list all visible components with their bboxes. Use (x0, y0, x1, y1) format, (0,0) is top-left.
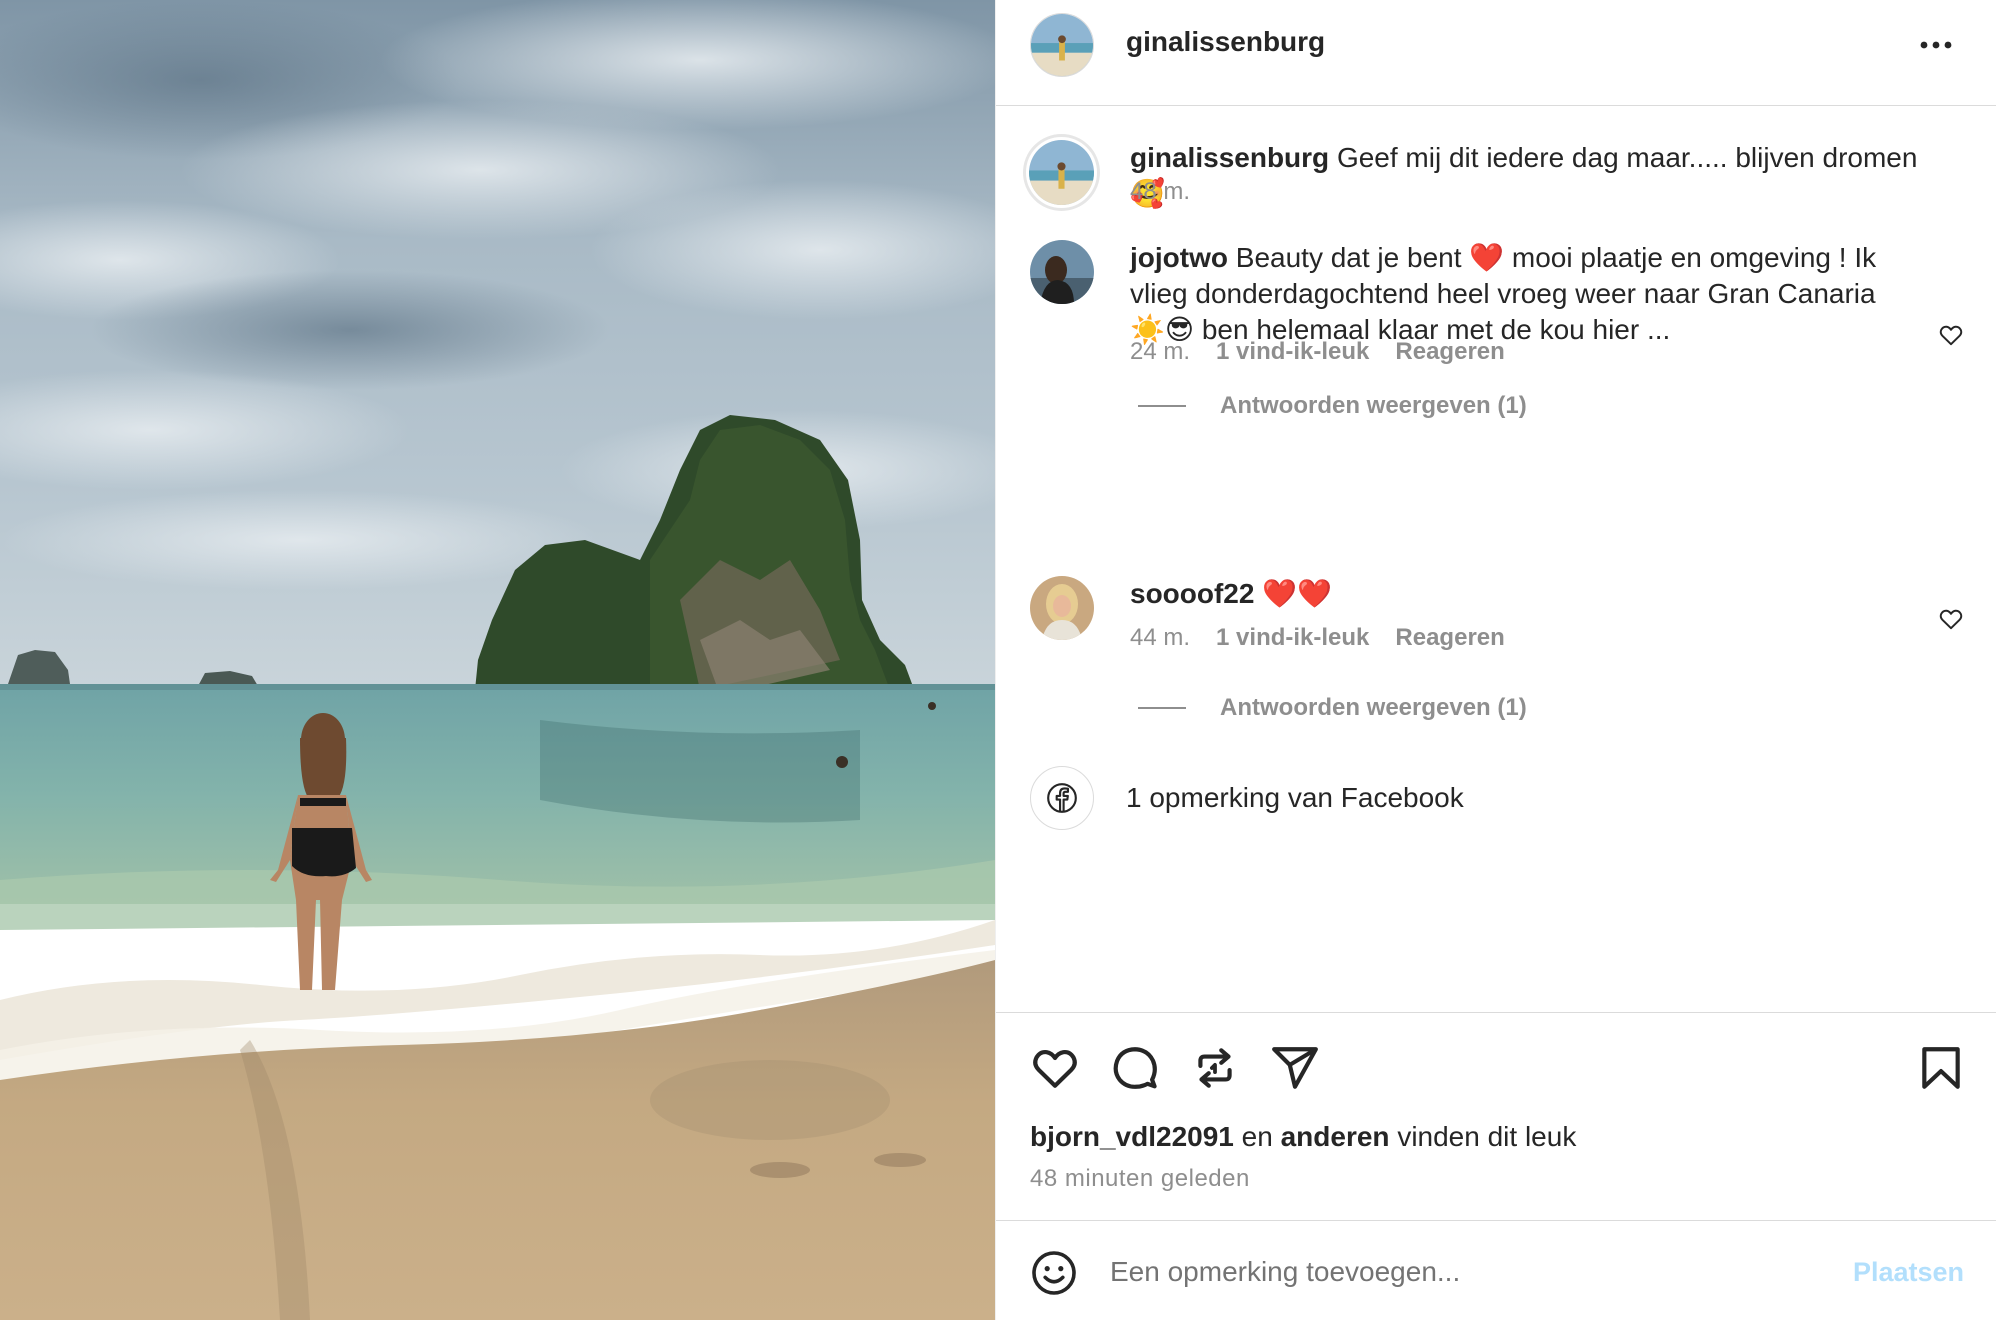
avatar-image (1030, 240, 1094, 304)
likes-summary: bjorn_vdl22091 en anderen vinden dit leu… (1030, 1121, 1576, 1153)
view-replies-label: Antwoorden weergeven (1) (1220, 392, 1527, 419)
comment-meta: 44 m. 1 vind-ik-leuk Reageren (1130, 624, 1505, 652)
post-header: ginalissenburg (996, 0, 1996, 106)
caption-username[interactable]: ginalissenburg (1130, 142, 1329, 173)
comment-body-line1: ❤️❤️ (1262, 578, 1332, 609)
more-options-button[interactable] (1916, 28, 1956, 62)
caption-body: Geef mij dit iedere dag maar..... blijve… (1336, 142, 1918, 173)
comment-input[interactable] (1110, 1247, 1810, 1297)
caption-text: ginalissenburg Geef mij dit iedere dag m… (1130, 140, 1935, 212)
reply-button[interactable]: Reageren (1395, 338, 1504, 366)
comment-body-line1: Beauty dat je bent ❤️ mooi plaatje en om… (1235, 242, 1877, 273)
comment-text: jojotwo Beauty dat je bent ❤️ mooi plaat… (1130, 240, 1935, 348)
smiley-icon (1032, 1251, 1076, 1295)
view-replies-label: Antwoorden weergeven (1) (1220, 694, 1527, 721)
comments-section: ginalissenburg Geef mij dit iedere dag m… (996, 106, 1996, 1012)
comment-likes-count[interactable]: 1 vind-ik-leuk (1216, 338, 1369, 366)
post-photo[interactable] (0, 0, 995, 1320)
comment-icon (1113, 1047, 1157, 1089)
facebook-comments-row[interactable]: 1 opmerking van Facebook (1030, 766, 1464, 830)
replies-divider (1138, 405, 1186, 407)
comment-avatar[interactable] (1030, 240, 1094, 304)
share-icon (1272, 1047, 1318, 1089)
avatar-image (1030, 576, 1094, 640)
comment-username[interactable]: jojotwo (1130, 242, 1228, 273)
heart-icon (1033, 1049, 1077, 1088)
likes-suffix: vinden dit leuk (1397, 1121, 1577, 1152)
view-replies-button[interactable]: Antwoorden weergeven (1) (1138, 392, 1527, 420)
caption-meta: 48 m. (1130, 178, 1190, 206)
post-detail-panel: ginalissenburg ginalissenburg Geef mij d… (995, 0, 1996, 1320)
likes-others-link[interactable]: anderen (1281, 1121, 1390, 1152)
comment-likes-count[interactable]: 1 vind-ik-leuk (1216, 624, 1369, 652)
comment-time: 44 m. (1130, 624, 1191, 651)
likes-connector: en (1241, 1121, 1273, 1152)
bookmark-icon (1922, 1047, 1960, 1089)
repost-button[interactable] (1190, 1043, 1240, 1093)
beach-photo-image (0, 0, 995, 1320)
repost-icon (1198, 1048, 1232, 1088)
comment-body-line2: vlieg donderdagochtend heel vroeg weer n… (1130, 278, 1876, 309)
comment-meta: 24 m. 1 vind-ik-leuk Reageren (1130, 338, 1505, 366)
emoji-button[interactable] (1030, 1249, 1078, 1297)
more-horizontal-icon (1920, 41, 1952, 49)
caption-time: 48 m. (1130, 178, 1191, 205)
author-avatar[interactable] (1030, 13, 1094, 77)
replies-divider (1138, 707, 1186, 709)
facebook-comments-label: 1 opmerking van Facebook (1126, 782, 1464, 813)
facebook-badge (1030, 766, 1094, 830)
liker-username[interactable]: bjorn_vdl22091 (1030, 1121, 1234, 1152)
author-username[interactable]: ginalissenburg (1126, 26, 1325, 58)
post-timestamp[interactable]: 48 minuten geleden (1030, 1165, 1250, 1193)
post-comment-button[interactable]: Plaatsen (1853, 1257, 1964, 1288)
comment-time: 24 m. (1130, 338, 1191, 365)
save-button[interactable] (1916, 1043, 1966, 1093)
avatar-image (1029, 140, 1094, 205)
action-bar: bjorn_vdl22091 en anderen vinden dit leu… (996, 1012, 1996, 1220)
comment-text: soooof22 ❤️❤️ (1130, 576, 1935, 612)
avatar-image (1031, 14, 1093, 76)
comment-avatar[interactable] (1030, 576, 1094, 640)
comment-username[interactable]: soooof22 (1130, 578, 1254, 609)
comment-like-button[interactable] (1938, 322, 1964, 348)
add-comment-bar: Plaatsen (996, 1220, 1996, 1320)
comment-like-button[interactable] (1938, 606, 1964, 632)
facebook-icon (1047, 783, 1077, 813)
caption-avatar[interactable] (1023, 134, 1100, 211)
like-button[interactable] (1030, 1043, 1080, 1093)
share-button[interactable] (1270, 1043, 1320, 1093)
reply-button[interactable]: Reageren (1395, 624, 1504, 652)
view-replies-button[interactable]: Antwoorden weergeven (1) (1138, 694, 1527, 722)
heart-outline-icon (1939, 325, 1963, 346)
comment-button[interactable] (1110, 1043, 1160, 1093)
heart-outline-icon (1939, 609, 1963, 630)
